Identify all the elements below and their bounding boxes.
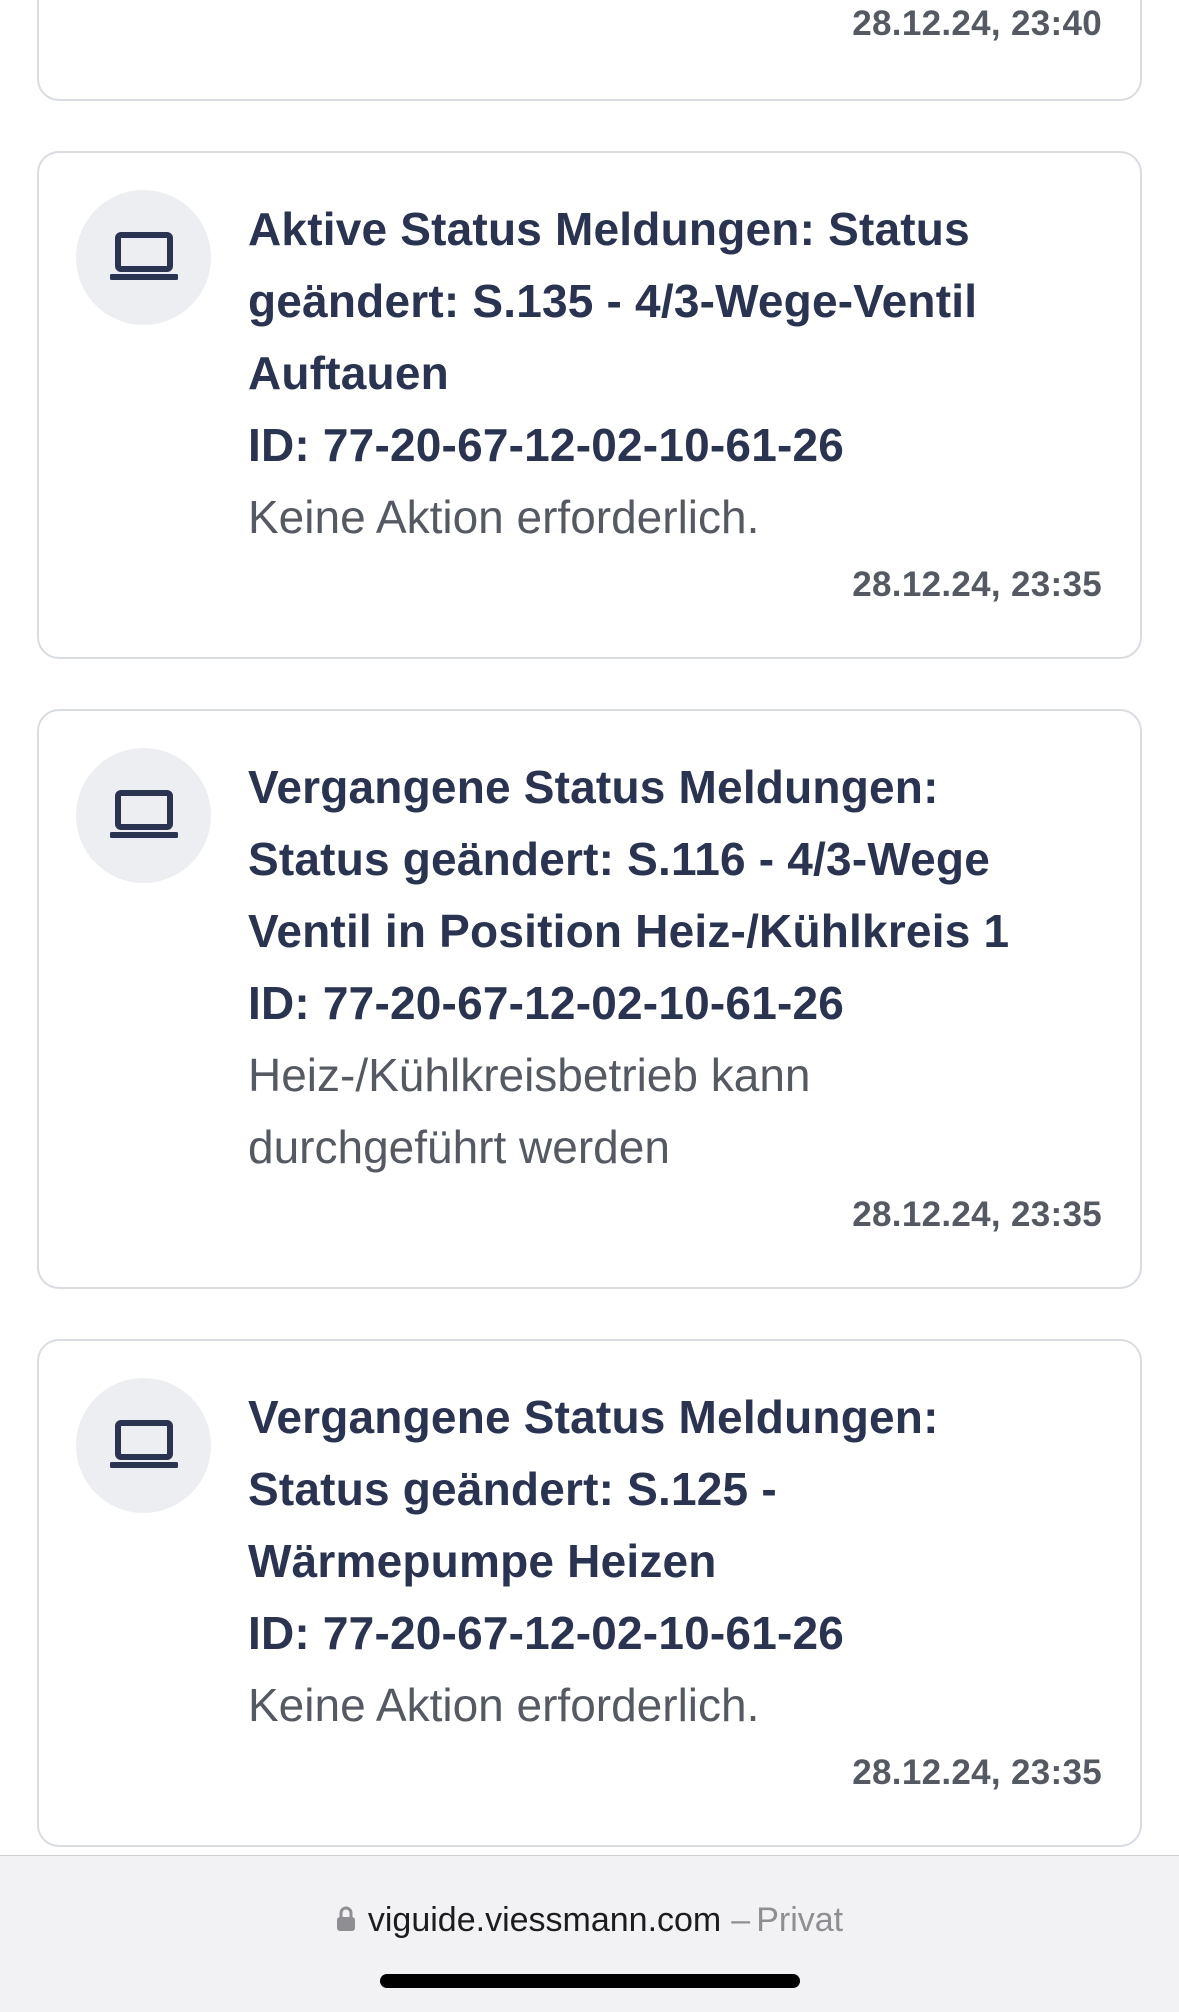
notification-content: Aktive Status Meldungen: Status geändert… <box>248 193 1110 553</box>
notification-title: Aktive Status Meldungen: Status geändert… <box>248 193 1110 481</box>
notification-description-line: Keine Aktion erforderlich. <box>248 491 760 543</box>
notification-device-id: ID: 77-20-67-12-02-10-61-26 <box>248 419 845 471</box>
url-display[interactable]: viguide.viessmann.com – Privat <box>0 1896 1179 1944</box>
laptop-icon <box>109 231 178 280</box>
notification-timestamp: 28.12.24, 23:40 <box>852 4 1102 43</box>
laptop-icon <box>109 1419 178 1468</box>
notification-description-line: Heiz-/Kühlkreisbetrieb kann <box>248 1049 811 1101</box>
notification-title-line: Vergangene Status Meldungen: <box>248 1391 939 1443</box>
notification-content: Vergangene Status Meldungen: Status geän… <box>248 1381 1110 1741</box>
notification-card[interactable]: Vergangene Status Meldungen: Status geän… <box>37 709 1142 1289</box>
notification-description: Keine Aktion erforderlich. <box>248 1669 1110 1741</box>
laptop-icon <box>109 789 178 838</box>
notification-icon-badge <box>76 748 211 883</box>
home-indicator[interactable] <box>380 1974 800 1988</box>
notification-title: Vergangene Status Meldungen: Status geän… <box>248 1381 1110 1669</box>
notification-description-line: durchgeführt werden <box>248 1121 670 1173</box>
notification-title-line: Status geändert: S.116 - 4/3-Wege <box>248 833 990 885</box>
notification-title-line: Wärmepumpe Heizen <box>248 1535 717 1587</box>
notification-list-page: 28.12.24, 23:40 Aktive Status Meldungen:… <box>0 0 1179 2012</box>
notification-card[interactable]: Vergangene Status Meldungen: Status geän… <box>37 1339 1142 1847</box>
notification-card[interactable]: Aktive Status Meldungen: Status geändert… <box>37 151 1142 659</box>
notification-description: Heiz-/Kühlkreisbetrieb kann durchgeführt… <box>248 1039 1110 1183</box>
notification-title-line: Ventil in Position Heiz-/Kühlkreis 1 <box>248 905 1010 957</box>
notification-content: Vergangene Status Meldungen: Status geän… <box>248 751 1110 1183</box>
browser-address-bar[interactable]: viguide.viessmann.com – Privat <box>0 1855 1179 2012</box>
lock-icon <box>336 1906 355 1932</box>
notification-description-line: Keine Aktion erforderlich. <box>248 1679 760 1731</box>
url-text: viguide.viessmann.com <box>367 1901 722 1939</box>
notification-title-line: Status geändert: S.125 - <box>248 1463 777 1515</box>
notification-timestamp: 28.12.24, 23:35 <box>852 1195 1102 1234</box>
notification-title-line: Aktive Status Meldungen: Status <box>248 203 970 255</box>
notification-icon-badge <box>76 190 211 325</box>
notification-card[interactable]: 28.12.24, 23:40 <box>37 0 1142 101</box>
notification-icon-badge <box>76 1378 211 1513</box>
url-separator: – <box>731 1901 751 1939</box>
notification-device-id: ID: 77-20-67-12-02-10-61-26 <box>248 977 845 1029</box>
notification-title: Vergangene Status Meldungen: Status geän… <box>248 751 1110 1039</box>
notification-title-line: Auftauen <box>248 347 449 399</box>
notification-timestamp: 28.12.24, 23:35 <box>852 1753 1102 1792</box>
notification-title-line: Vergangene Status Meldungen: <box>248 761 939 813</box>
notification-description: Keine Aktion erforderlich. <box>248 481 1110 553</box>
notification-timestamp: 28.12.24, 23:35 <box>852 565 1102 604</box>
notification-device-id: ID: 77-20-67-12-02-10-61-26 <box>248 1607 845 1659</box>
notification-title-line: geändert: S.135 - 4/3-Wege-Ventil <box>248 275 978 327</box>
private-mode-label: Privat <box>756 1901 844 1939</box>
